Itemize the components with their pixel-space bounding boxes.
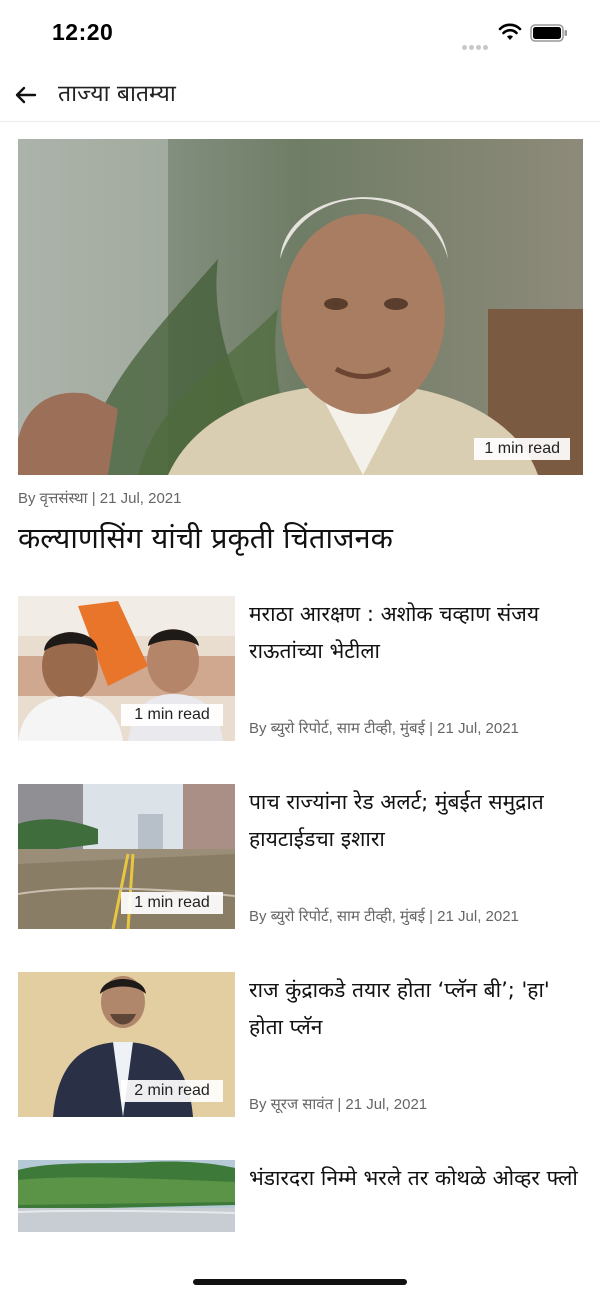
article-title[interactable]: मराठा आरक्षण : अशोक चव्हाण संजय राऊतांच्… (249, 596, 583, 670)
battery-icon (530, 24, 567, 42)
arrow-left-icon (15, 86, 37, 104)
wifi-icon (498, 23, 522, 40)
article-thumbnail (18, 1160, 235, 1232)
back-button[interactable] (10, 80, 40, 110)
list-item[interactable]: भंडारदरा निम्मे भरले तर कोथळे ओव्हर फ्लो (18, 1160, 583, 1235)
article-thumbnail: 1 min read (18, 784, 235, 929)
read-time-badge: 1 min read (474, 438, 570, 460)
status-bar: 12:20 (0, 0, 600, 66)
list-item[interactable]: 1 min read मराठा आरक्षण : अशोक चव्हाण सं… (18, 596, 583, 746)
article-byline: By सूरज सावंत | 21 Jul, 2021 (249, 1096, 428, 1113)
status-time: 12:20 (52, 19, 114, 45)
article-byline: By ब्युरो रिपोर्ट, साम टीव्ही, मुंबई | 2… (249, 720, 519, 737)
article-title[interactable]: राज कुंद्राकडे तयार होता ‘प्लॅन बी’; 'हा… (249, 972, 583, 1046)
read-time-badge: 1 min read (121, 704, 223, 726)
signal-icon (462, 35, 490, 50)
hero-byline: By वृत्तसंस्था | 21 Jul, 2021 (18, 490, 182, 507)
read-time-badge: 2 min read (121, 1080, 223, 1102)
list-item[interactable]: 1 min read पाच राज्यांना रेड अलर्ट; मुंब… (18, 784, 583, 934)
home-indicator (193, 1279, 407, 1285)
article-byline: By ब्युरो रिपोर्ट, साम टीव्ही, मुंबई | 2… (249, 908, 519, 925)
article-thumbnail: 2 min read (18, 972, 235, 1117)
article-title[interactable]: पाच राज्यांना रेड अलर्ट; मुंबईत समुद्रात… (249, 784, 583, 858)
page-title: ताज्या बातम्या (58, 81, 176, 107)
read-time-badge: 1 min read (121, 892, 223, 914)
hero-image[interactable]: 1 min read (18, 139, 583, 475)
article-title[interactable]: भंडारदरा निम्मे भरले तर कोथळे ओव्हर फ्लो (249, 1160, 583, 1197)
app-header: ताज्या बातम्या (0, 66, 600, 122)
list-item[interactable]: 2 min read राज कुंद्राकडे तयार होता ‘प्ल… (18, 972, 583, 1122)
hero-headline[interactable]: कल्याणसिंग यांची प्रकृती चिंताजनक (18, 520, 583, 558)
article-thumbnail: 1 min read (18, 596, 235, 741)
